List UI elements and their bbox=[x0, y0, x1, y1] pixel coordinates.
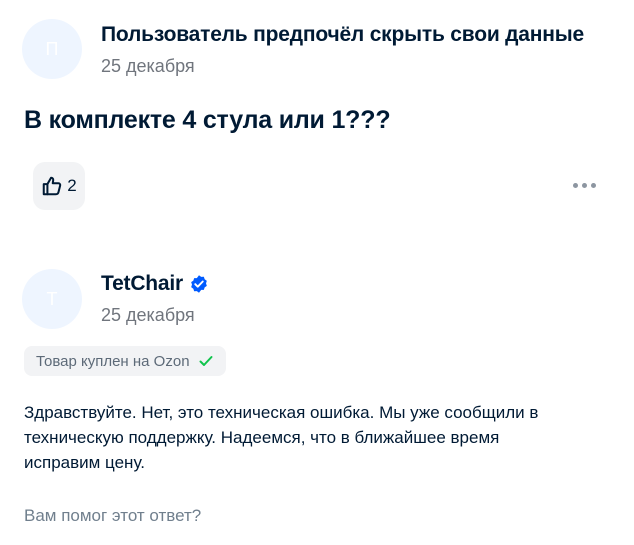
purchase-badge: Товар куплен на Ozon bbox=[24, 346, 226, 376]
thumbs-up-icon bbox=[43, 176, 62, 196]
answer-avatar-letter: T bbox=[46, 288, 58, 309]
question-author-name: Пользователь предпочёл скрыть свои данны… bbox=[101, 23, 584, 46]
more-dot bbox=[582, 183, 587, 188]
more-dot bbox=[591, 183, 596, 188]
answer-avatar: T bbox=[22, 269, 82, 329]
question-date: 25 декабря bbox=[101, 56, 195, 76]
verified-check-icon bbox=[191, 275, 207, 293]
like-button[interactable]: 2 bbox=[33, 162, 85, 210]
helpful-prompt[interactable]: Вам помог этот ответ? bbox=[24, 506, 201, 526]
question-text: В комплекте 4 стула или 1??? bbox=[24, 106, 391, 134]
like-count: 2 bbox=[67, 176, 77, 195]
purchase-badge-label: Товар куплен на Ozon bbox=[36, 352, 190, 370]
more-options-button[interactable] bbox=[571, 177, 598, 194]
question-avatar: П bbox=[22, 19, 82, 79]
answer-text: Здравствуйте. Нет, это техническая ошибк… bbox=[24, 403, 539, 472]
more-dot bbox=[573, 183, 578, 188]
answer-author: TetChair bbox=[101, 272, 209, 296]
answer-date: 25 декабря bbox=[101, 305, 195, 325]
check-icon bbox=[199, 356, 213, 366]
answer-author-name: TetChair bbox=[101, 272, 184, 295]
question-avatar-letter: П bbox=[45, 38, 59, 59]
